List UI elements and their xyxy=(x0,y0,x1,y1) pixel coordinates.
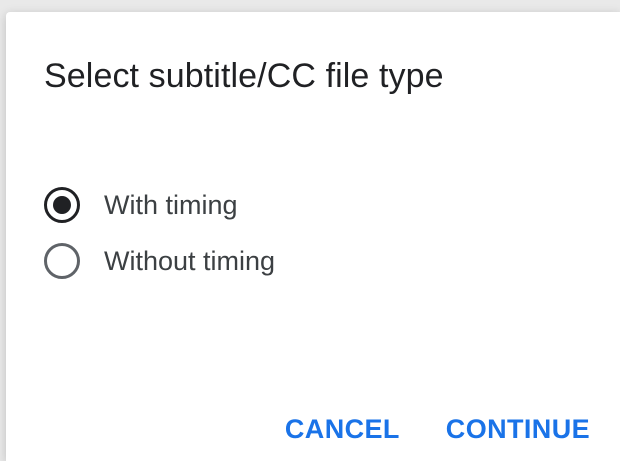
file-type-radio-group: With timing Without timing xyxy=(44,177,275,289)
radio-selected-dot xyxy=(53,196,71,214)
cancel-button[interactable]: CANCEL xyxy=(277,408,408,451)
radio-without-timing[interactable] xyxy=(44,243,80,279)
file-type-dialog: Select subtitle/CC file type With timing… xyxy=(6,12,620,461)
dialog-title: Select subtitle/CC file type xyxy=(44,57,444,95)
option-with-timing-label[interactable]: With timing xyxy=(104,190,238,221)
option-without-timing-label[interactable]: Without timing xyxy=(104,246,275,277)
radio-with-timing[interactable] xyxy=(44,187,80,223)
option-without-timing[interactable]: Without timing xyxy=(44,233,275,289)
option-with-timing[interactable]: With timing xyxy=(44,177,275,233)
dialog-actions: CANCEL CONTINUE xyxy=(247,408,598,451)
continue-button[interactable]: CONTINUE xyxy=(438,408,598,451)
